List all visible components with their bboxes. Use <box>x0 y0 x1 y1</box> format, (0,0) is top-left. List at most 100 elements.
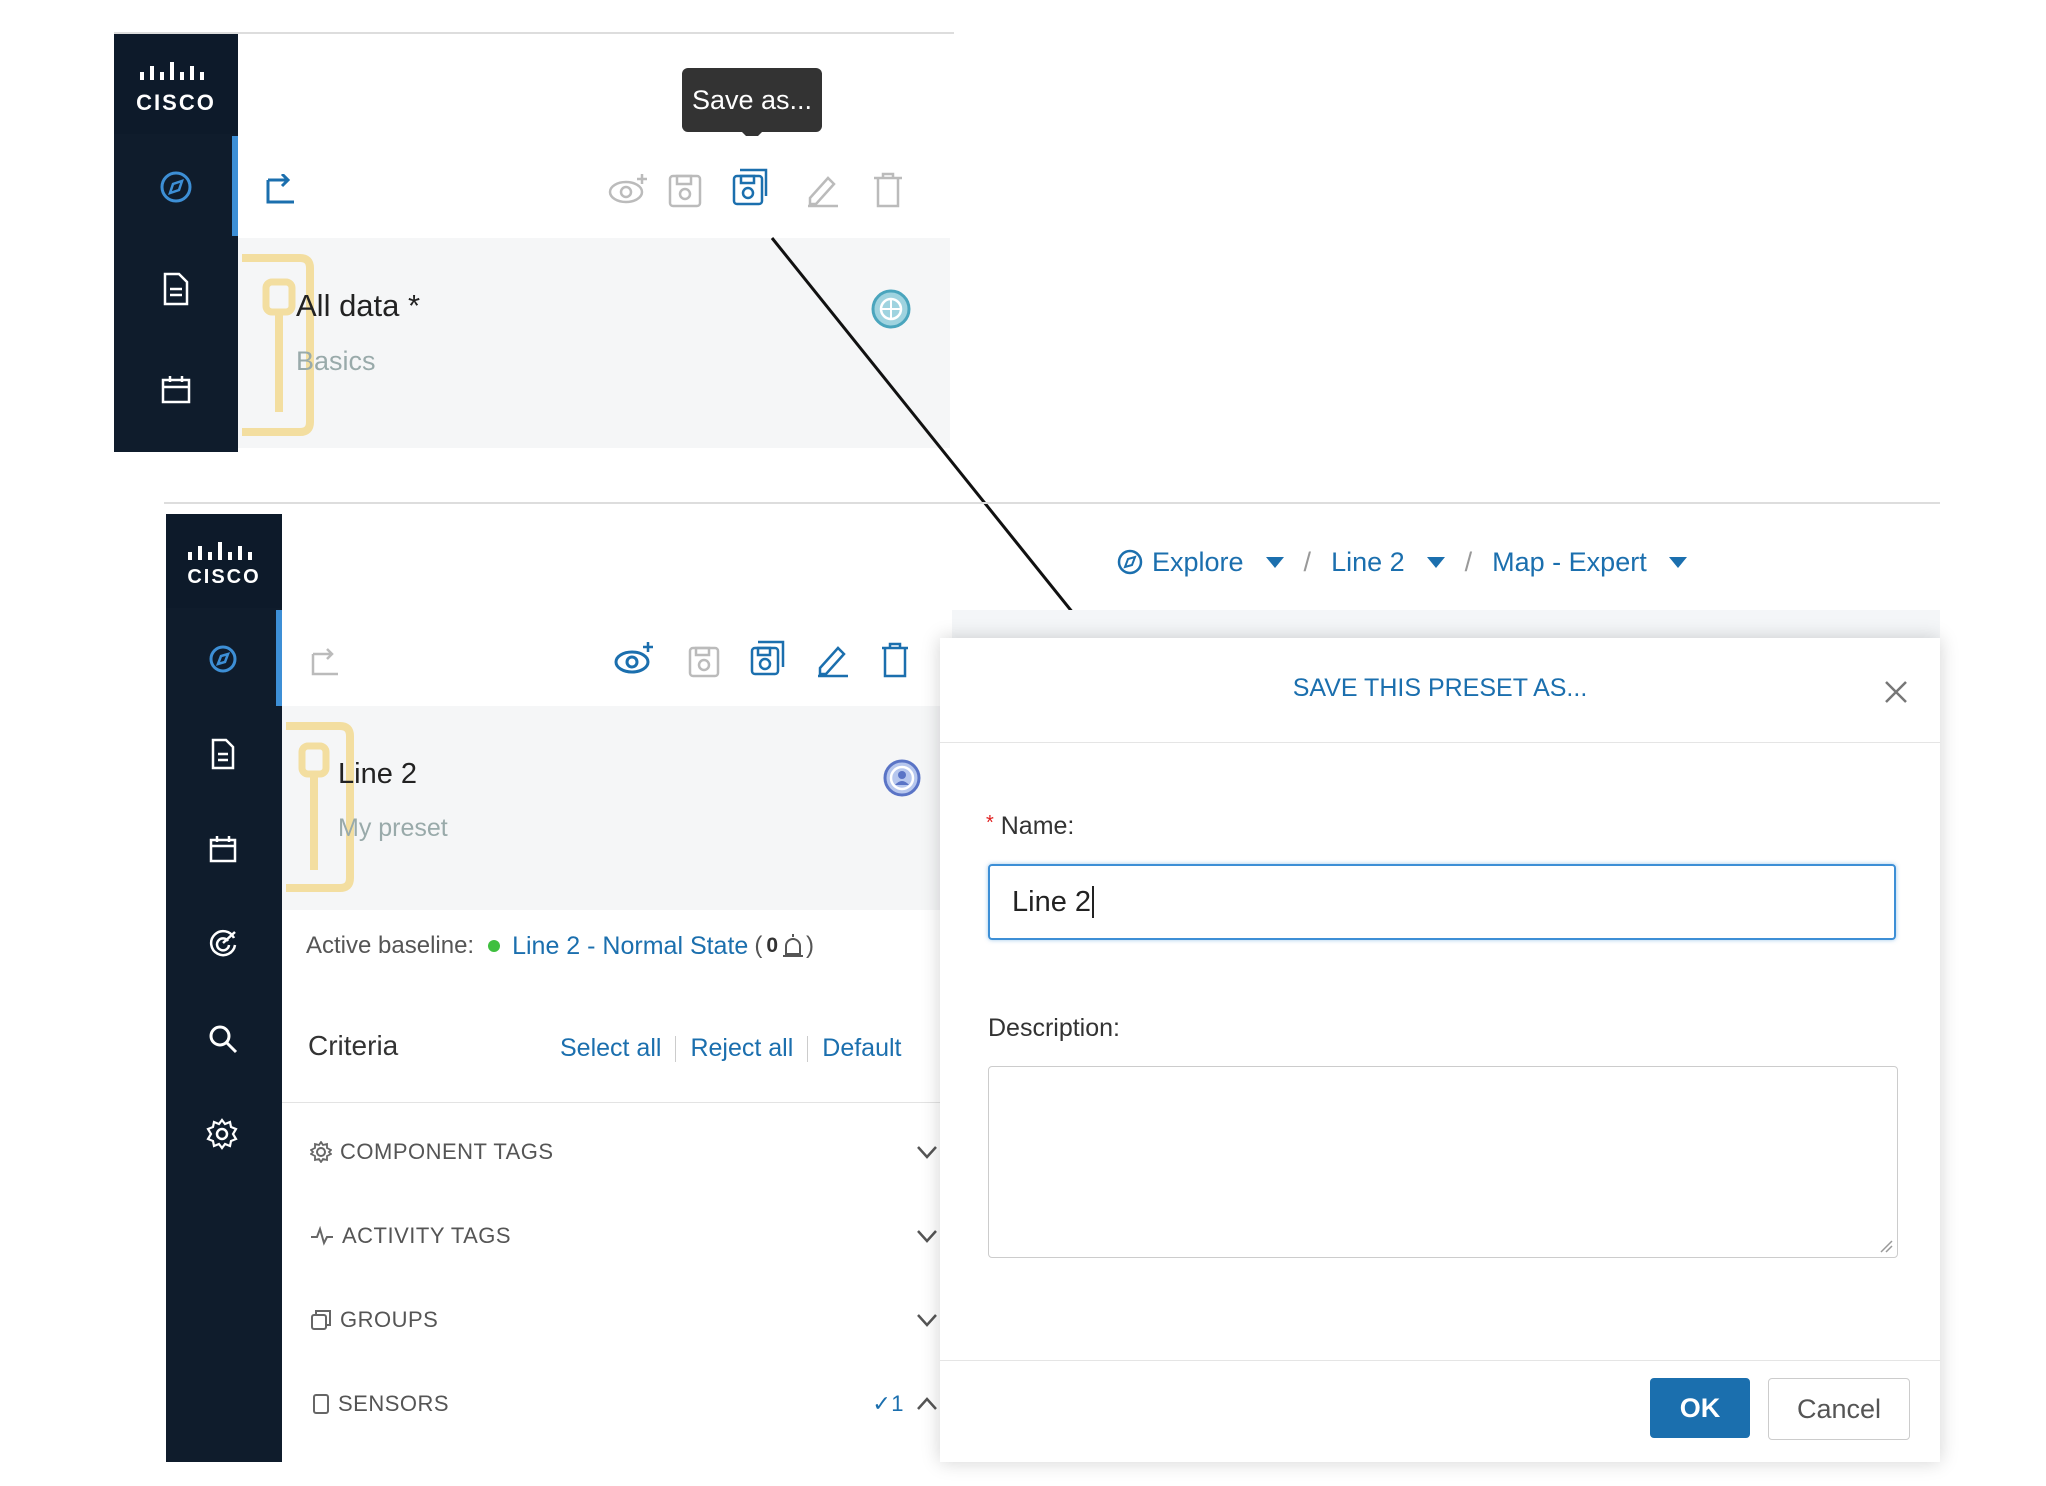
gear-icon[interactable] <box>206 1118 238 1150</box>
breadcrumb-separator: / <box>1464 546 1473 577</box>
cisco-logo-text: CISCO <box>136 90 216 115</box>
cisco-bars-icon <box>188 542 252 560</box>
groups-icon <box>311 1310 331 1330</box>
eye-plus-icon[interactable] <box>608 172 650 206</box>
bottom-toolbar <box>282 610 952 706</box>
criteria-actions: Select all Reject all Default <box>560 1034 902 1063</box>
cisco-bars-icon <box>140 62 204 80</box>
resize-handle-icon[interactable] <box>1879 1239 1893 1253</box>
section-component-tags[interactable]: COMPONENT TAGS <box>282 1110 952 1194</box>
compass-icon[interactable] <box>208 644 238 674</box>
save-as-tooltip: Save as... <box>682 68 822 142</box>
name-value: Line 2 <box>1012 885 1092 918</box>
dialog-footer-divider <box>940 1360 1940 1361</box>
description-label: Description: <box>988 1014 1120 1042</box>
name-label: * Name: <box>986 812 1074 841</box>
section-sensors[interactable]: SENSORS ✓1 <box>282 1362 952 1446</box>
document-icon[interactable] <box>210 738 236 770</box>
trash-icon[interactable] <box>880 642 910 678</box>
save-preset-dialog: SAVE THIS PRESET AS... * Name: Line 2 De… <box>940 638 1940 1462</box>
ok-button[interactable]: OK <box>1650 1378 1750 1438</box>
active-baseline-label: Active baseline: <box>306 932 475 959</box>
cisco-logo-text: CISCO <box>187 566 261 588</box>
name-label-text: Name: <box>1000 812 1075 840</box>
left-panel: Line 2 My preset Active baseline: Line 2… <box>282 610 953 1462</box>
reject-all-link[interactable]: Reject all <box>690 1034 793 1063</box>
edit-icon[interactable] <box>816 642 850 678</box>
breadcrumb-label: Map - Expert <box>1492 546 1647 577</box>
default-link[interactable]: Default <box>822 1034 901 1063</box>
baseline-target-icon[interactable] <box>208 928 238 958</box>
active-baseline-count-open: ( <box>754 932 763 959</box>
trash-icon[interactable] <box>872 172 904 208</box>
preset-subtitle: Basics <box>296 346 376 376</box>
chevron-up-icon <box>917 1397 937 1410</box>
criteria-title: Criteria <box>308 1030 399 1061</box>
compass-icon[interactable] <box>159 170 193 204</box>
caret-down-icon <box>1668 556 1687 568</box>
section-groups[interactable]: GROUPS <box>282 1278 952 1362</box>
chevron-down-icon <box>917 1314 937 1327</box>
breadcrumb-map[interactable]: Map - Expert <box>1492 547 1687 578</box>
preset-subtitle: My preset <box>338 814 448 842</box>
sensor-icon <box>313 1394 329 1414</box>
chevron-down-icon <box>917 1230 937 1243</box>
top-toolbar <box>238 136 950 238</box>
top-divider <box>114 32 954 34</box>
section-label: SENSORS <box>338 1391 450 1416</box>
activity-icon <box>311 1226 333 1246</box>
section-activity-tags[interactable]: ACTIVITY TAGS <box>282 1194 952 1278</box>
calendar-icon[interactable] <box>208 834 238 864</box>
divider <box>675 1035 677 1062</box>
required-mark: * <box>986 812 994 834</box>
caret-down-icon <box>1426 556 1445 568</box>
active-baseline-link[interactable]: Line 2 - Normal State <box>512 932 748 961</box>
breadcrumb-separator: / <box>1303 546 1312 577</box>
alert-count: 0 <box>766 934 778 957</box>
bottom-preset-card[interactable]: Line 2 My preset <box>282 706 952 910</box>
cancel-button[interactable]: Cancel <box>1768 1378 1910 1440</box>
save-as-icon[interactable] <box>732 168 770 206</box>
sensors-count-badge: ✓1 <box>872 1391 904 1416</box>
section-label: COMPONENT TAGS <box>340 1139 554 1164</box>
dialog-header-divider <box>940 742 1940 743</box>
top-logo-box: CISCO <box>114 34 238 134</box>
close-icon[interactable] <box>1884 680 1908 704</box>
undo-icon[interactable] <box>264 174 298 206</box>
breadcrumb-label: Explore <box>1152 546 1244 577</box>
select-all-link[interactable]: Select all <box>560 1034 661 1063</box>
breadcrumb-explore[interactable]: Explore <box>1116 547 1284 578</box>
undo-icon[interactable] <box>310 648 340 676</box>
active-baseline-count-close: ) <box>806 932 814 959</box>
user-preset-icon <box>883 759 921 797</box>
section-label: GROUPS <box>340 1307 439 1332</box>
text-cursor <box>1092 886 1095 918</box>
caret-down-icon <box>1265 556 1284 568</box>
name-input[interactable]: Line 2 <box>988 864 1896 940</box>
active-baseline: Active baseline: Line 2 - Normal State (… <box>306 926 814 966</box>
compass-icon <box>1117 549 1143 575</box>
section-label: ACTIVITY TAGS <box>342 1223 512 1248</box>
breadcrumb-line[interactable]: Line 2 <box>1331 547 1445 578</box>
calendar-icon[interactable] <box>160 374 192 406</box>
breadcrumb-label: Line 2 <box>1331 546 1405 577</box>
dialog-title: SAVE THIS PRESET AS... <box>1292 674 1588 702</box>
divider <box>807 1035 809 1062</box>
save-icon[interactable] <box>668 174 702 208</box>
save-as-icon[interactable] <box>750 640 786 676</box>
gear-icon <box>310 1141 332 1163</box>
chevron-down-icon <box>917 1146 937 1159</box>
edit-icon[interactable] <box>806 172 840 208</box>
document-icon[interactable] <box>162 272 190 306</box>
status-dot <box>488 940 501 952</box>
bottom-logo-box: CISCO <box>166 514 282 608</box>
bottom-divider <box>164 502 1940 504</box>
save-icon[interactable] <box>688 646 720 678</box>
preset-watermark-icon <box>286 722 354 892</box>
search-icon[interactable] <box>208 1024 238 1054</box>
global-preset-icon <box>871 289 911 329</box>
criteria-divider <box>282 1102 952 1103</box>
top-preset-card[interactable]: All data * Basics <box>238 238 950 448</box>
eye-plus-icon[interactable] <box>614 640 656 678</box>
description-textarea[interactable] <box>988 1066 1898 1258</box>
